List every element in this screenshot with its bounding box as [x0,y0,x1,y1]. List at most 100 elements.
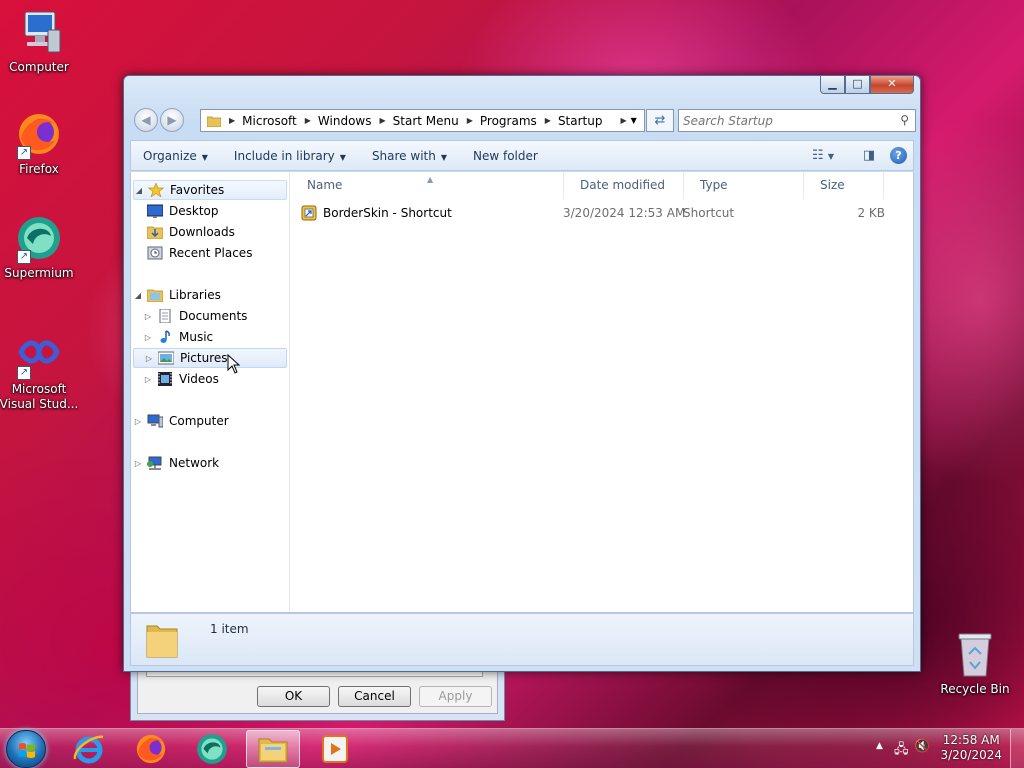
column-header-size[interactable]: Size [804,172,884,199]
sort-ascending-icon: ▲ [427,175,434,184]
nav-item-label: Music [179,330,214,344]
nav-item-label: Recent Places [169,246,253,260]
recent-places-icon [147,246,163,260]
visual-studio-icon: ↗ [15,330,63,380]
breadcrumb-separator-icon[interactable]: ▶ [380,116,386,125]
desktop-icon-supermium[interactable]: ↗ Supermium [0,214,79,281]
nav-item-label: Documents [179,309,248,323]
address-bar[interactable]: ▶ Microsoft ▶ Windows ▶ Start Menu ▶ Pro… [200,109,645,132]
nav-item-network[interactable]: ▷ Network [133,453,219,473]
shortcut-arrow-icon: ↗ [17,366,31,380]
internet-explorer-icon [73,735,104,764]
back-arrow-icon: ◀ [141,113,151,127]
taskbar-supermium[interactable] [185,730,239,768]
preview-pane-button[interactable]: ◨ [854,148,884,163]
maximize-button[interactable]: □ [845,76,870,94]
nav-item-libraries[interactable]: ◢ Libraries [133,285,221,305]
cancel-button[interactable]: Cancel [338,686,411,707]
libraries-icon [146,288,164,303]
desktop-icon-firefox[interactable]: ↗ Firefox [0,110,79,177]
help-icon[interactable]: ? [890,147,907,164]
windows-logo-icon [19,743,35,758]
nav-item-downloads[interactable]: Downloads [143,222,235,242]
nav-item-label: Downloads [169,225,235,239]
include-in-library-label: Include in library [233,148,335,163]
shortcut-file-icon [301,205,317,221]
breadcrumb-separator-icon[interactable]: ▶ [467,116,473,125]
nav-item-computer[interactable]: ▷ Computer [133,411,229,431]
nav-item-label: Libraries [169,288,221,302]
expand-arrow-icon[interactable]: ▷ [143,333,153,342]
expand-arrow-icon[interactable]: ◢ [133,291,143,300]
nav-item-documents[interactable]: ▷ Documents [143,306,247,326]
search-icon[interactable]: ⚲ [900,113,909,127]
forward-button[interactable]: ▶ [160,108,184,132]
back-button[interactable]: ◀ [134,108,158,132]
show-desktop-button[interactable] [1010,729,1024,768]
nav-item-music[interactable]: ▷ Music [143,327,213,347]
column-header-name[interactable]: Name ▲ [291,172,564,199]
nav-item-desktop[interactable]: Desktop [143,201,219,221]
file-list-pane: Name ▲ Date modified Type Size BorderSki… [291,172,913,612]
nav-item-pictures[interactable]: ▷ Pictures [133,348,287,368]
preview-pane-icon: ◨ [862,148,876,163]
expand-arrow-icon[interactable]: ▷ [143,312,153,321]
nav-item-videos[interactable]: ▷ Videos [143,369,219,389]
nav-item-recent-places[interactable]: Recent Places [143,243,252,263]
taskbar-internet-explorer[interactable] [62,730,116,768]
minimize-button[interactable]: ▁ [820,76,845,94]
taskbar-firefox[interactable] [124,730,178,768]
nav-item-label: Videos [179,372,219,386]
expand-arrow-icon[interactable]: ▷ [133,417,143,426]
close-icon: ✕ [887,77,897,90]
videos-icon [157,372,173,386]
breadcrumb-separator-icon[interactable]: ▶ [545,116,551,125]
breadcrumb-separator-icon[interactable]: ▶ [620,116,626,125]
breadcrumb-separator-icon[interactable]: ▶ [305,116,311,125]
minimize-icon: ▁ [828,77,837,90]
search-input[interactable] [679,110,879,131]
desktop-icon-computer[interactable]: Computer [0,8,79,75]
breadcrumb-startup[interactable]: Startup [558,114,603,128]
refresh-button[interactable]: ⇄ [646,109,674,132]
expand-arrow-icon[interactable]: ◢ [134,186,144,195]
breadcrumb-microsoft[interactable]: Microsoft [242,114,297,128]
include-in-library-button[interactable]: Include in library ▼ [222,149,360,163]
breadcrumb-programs[interactable]: Programs [480,114,537,128]
column-header-type[interactable]: Type [684,172,804,199]
share-with-button[interactable]: Share with ▼ [360,149,461,163]
taskbar-file-explorer[interactable] [246,730,300,768]
desktop-icon-visual-studio[interactable]: ↗ Microsoft Visual Stud... [0,330,79,412]
expand-arrow-icon[interactable]: ▷ [144,354,154,363]
breadcrumb-separator-icon[interactable]: ▶ [229,116,235,125]
clock[interactable]: 12:58 AM 3/20/2024 [940,733,1002,763]
navigation-pane: ◢ Favorites Desktop Downloads Recent Pla… [131,172,290,612]
breadcrumb-windows[interactable]: Windows [318,114,372,128]
breadcrumb-start-menu[interactable]: Start Menu [393,114,459,128]
search-box[interactable]: ⚲ [678,109,916,132]
supermium-icon [197,734,227,764]
new-folder-button[interactable]: New folder [461,149,552,163]
command-toolbar: Organize ▼ Include in library ▼ Share with… [130,140,914,171]
volume-muted-icon[interactable]: 🔇 [914,739,930,754]
file-row[interactable]: BorderSkin - Shortcut 3/20/2024 12:53 AM… [299,202,885,224]
network-status-icon[interactable]: 🖧 [894,740,909,762]
desktop-icon-recycle-bin[interactable]: Recycle Bin [935,630,1015,697]
show-hidden-icons-icon[interactable]: ▲ [876,741,883,751]
taskbar-media-player[interactable] [308,730,362,768]
computer-icon [15,8,63,56]
expand-arrow-icon[interactable]: ▷ [143,375,153,384]
nav-item-favorites[interactable]: ◢ Favorites [133,180,287,200]
close-button[interactable]: ✕ [870,76,914,94]
item-count: 1 item [210,622,249,636]
maximize-icon: □ [852,77,863,90]
start-button[interactable] [6,730,46,768]
desktop-icon-label: Microsoft Visual Stud... [0,382,79,411]
column-header-date-modified[interactable]: Date modified [564,172,684,199]
change-view-button[interactable]: ☷ ▼ [802,148,844,163]
expand-arrow-icon[interactable]: ▷ [133,459,143,468]
apply-button[interactable]: Apply [419,686,492,707]
ok-button[interactable]: OK [257,686,330,707]
address-history-dropdown-icon[interactable]: ▼ [631,116,637,125]
organize-button[interactable]: Organize ▼ [131,149,222,163]
